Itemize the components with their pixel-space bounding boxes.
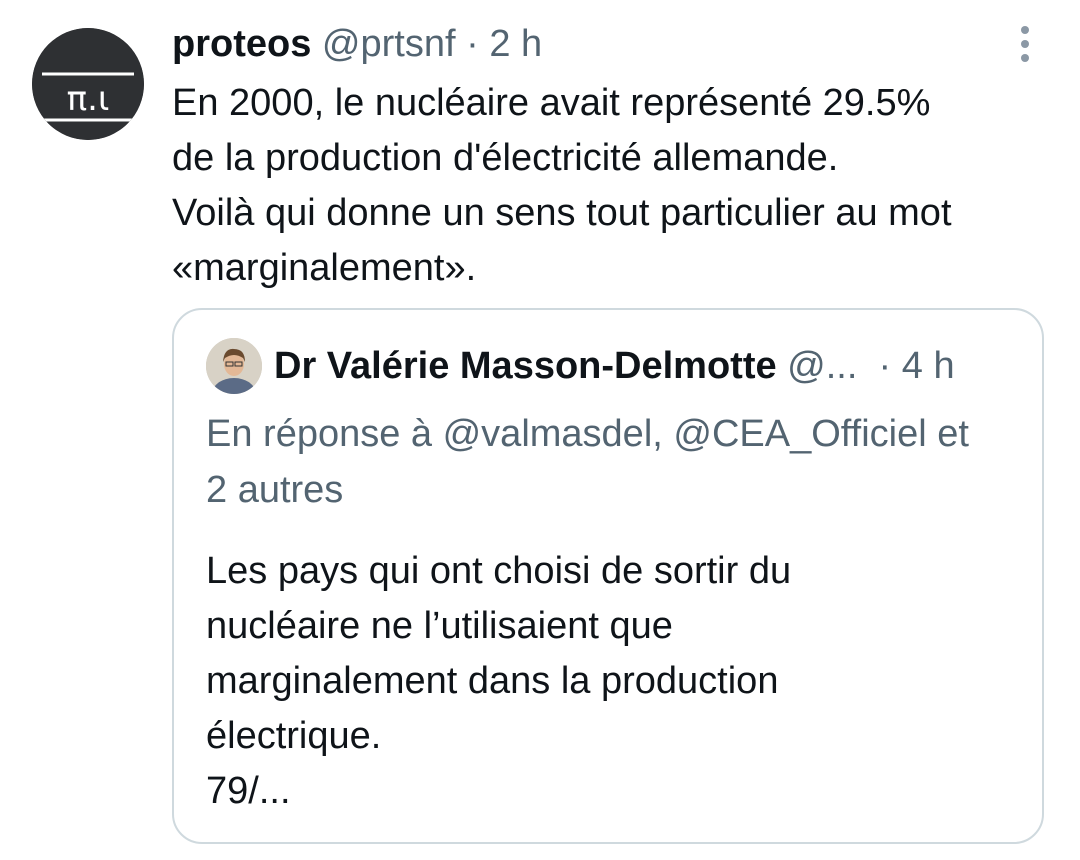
tweet-text-line: Voilà qui donne un sens tout particulier…: [172, 192, 952, 234]
quoted-text-line: électrique.: [206, 715, 382, 757]
meta-separator: ·: [455, 23, 490, 65]
author-avatar[interactable]: π.ι: [32, 28, 144, 140]
quoted-tweet-header: Dr Valérie Masson-Delmotte @... · 4 h: [274, 344, 955, 388]
quoted-tweet-time[interactable]: 4 h: [902, 345, 955, 387]
tweet-time[interactable]: 2 h: [489, 23, 542, 65]
tweet-header: proteos @prtsnf · 2 h: [172, 22, 542, 66]
tweet-text: En 2000, le nucléaire avait représenté 2…: [172, 76, 1062, 296]
quoted-author-name[interactable]: Dr Valérie Masson-Delmotte: [274, 345, 777, 387]
quoted-text-line: 79/...: [206, 770, 291, 812]
author-handle[interactable]: @prtsnf: [322, 23, 456, 65]
reply-context[interactable]: En réponse à @valmasdel, @CEA_Officiel e…: [206, 406, 1026, 518]
quoted-meta-separator: ·: [878, 345, 892, 387]
quoted-text-line: marginalement dans la production: [206, 660, 779, 702]
tweet-text-line: «marginalement».: [172, 247, 477, 289]
reply-context-line: 2 autres: [206, 469, 344, 511]
tweet-text-line: de la production d'électricité allemande…: [172, 137, 839, 179]
quoted-text-line: Les pays qui ont choisi de sortir du: [206, 550, 792, 592]
more-vertical-icon[interactable]: [1008, 24, 1042, 64]
avatar-logo-text: π.ι: [67, 79, 110, 119]
quoted-tweet-text: Les pays qui ont choisi de sortir du nuc…: [206, 544, 1026, 819]
quoted-author-avatar[interactable]: [206, 338, 262, 394]
quoted-author-handle[interactable]: @...: [787, 345, 857, 387]
person-photo-icon: [206, 338, 262, 394]
author-name[interactable]: proteos: [172, 23, 311, 65]
avatar-logo: π.ι: [32, 28, 144, 140]
quoted-text-line: nucléaire ne l’utilisaient que: [206, 605, 673, 647]
tweet-text-line: En 2000, le nucléaire avait représenté 2…: [172, 82, 931, 124]
reply-context-line: En réponse à @valmasdel, @CEA_Officiel e…: [206, 413, 969, 455]
quoted-tweet-card[interactable]: Dr Valérie Masson-Delmotte @... · 4 h En…: [172, 308, 1044, 844]
